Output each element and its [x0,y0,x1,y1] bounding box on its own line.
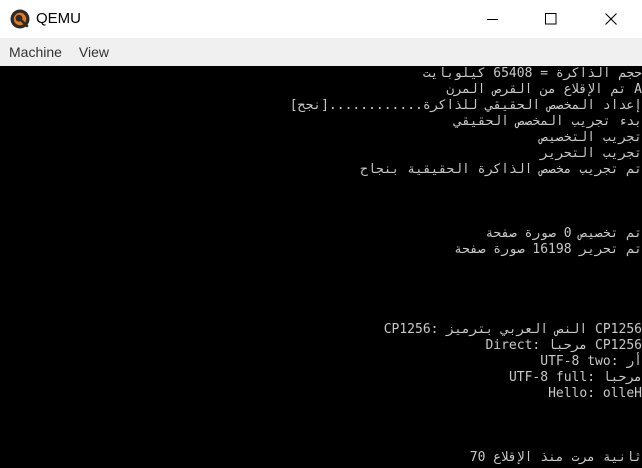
qemu-logo-icon [10,9,30,29]
title-bar[interactable]: QEMU [0,0,642,38]
console-line: UTF-8 full: مرحبا [508,370,642,385]
console-line: CP1256: النص العربي بترميز CP1256 [383,322,642,337]
console-line: بدء تجريب المخصص الحقيقي [454,114,642,129]
maximize-button[interactable] [528,0,574,38]
console-line: حجم الذاكرة = 65408 كيلوبايت [422,66,642,81]
console-line: Hello: olleH [548,386,642,401]
console-line: تجريب التحرير [540,146,642,161]
console-line: تم تجريب مخصص الذاكرة الحقيقية بنجاح [360,162,642,177]
console-line: تم تحرير 16198 صورة صفحة [454,242,642,257]
close-button[interactable] [588,0,634,38]
close-icon [605,13,617,25]
guest-display[interactable]: حجم الذاكرة = 65408 كيلوبايت تم الإقلاع … [0,66,642,468]
menu-machine[interactable]: Machine [0,38,70,66]
maximize-icon [545,13,557,25]
console-line: تم الإقلاع من القرص المرن A [446,82,642,97]
menu-view[interactable]: View [70,38,117,66]
console-line: إعداد المخصص الحقيقي للذاكرة............… [289,98,642,113]
window-title: QEMU [36,10,81,27]
menu-bar: Machine View [0,38,642,66]
console-line: Direct: مرحبا CP1256 [485,338,642,353]
console-line: UTF-8 two: أر [540,354,642,369]
console-line: 70 ثانية مرت منذ الإقلاع [469,450,642,465]
console-line: تم تخصيص 0 صورة صفحة [485,226,642,241]
qemu-window: QEMU Machine View حجم الذاكرة = 65408 كي… [0,0,642,468]
minimize-button[interactable] [470,0,516,38]
minimize-icon [487,19,498,20]
console-line: تجريب التخصيص [540,130,642,145]
